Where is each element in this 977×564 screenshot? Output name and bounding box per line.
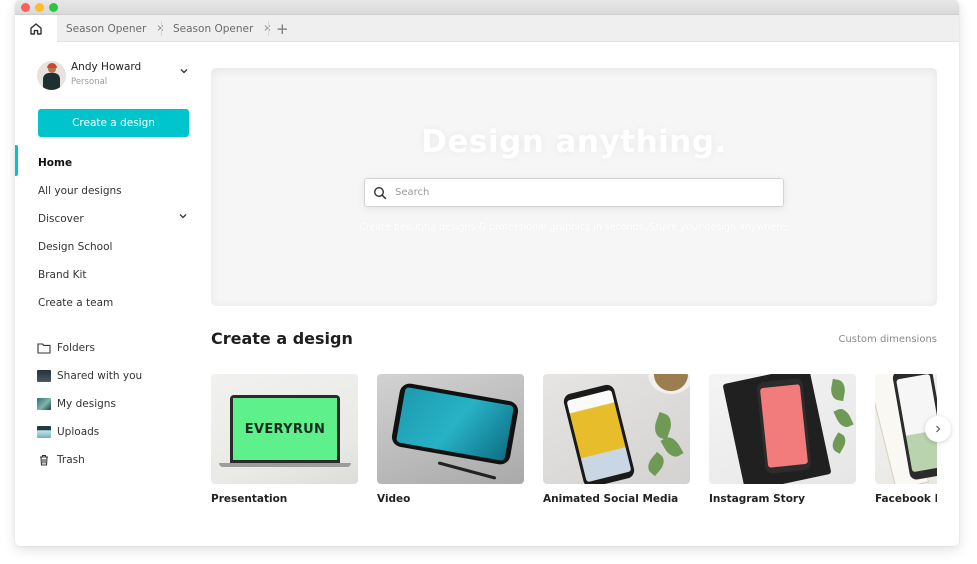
sidebar-item-my-designs[interactable]: My designs <box>37 396 116 412</box>
design-card-label: Animated Social Media <box>543 493 679 505</box>
create-design-button[interactable]: Create a design <box>38 109 189 137</box>
tab-season-opener-2[interactable]: Season Opener × <box>173 15 272 42</box>
chevron-right-icon <box>936 425 941 433</box>
design-card-label: Video <box>377 493 411 505</box>
chevron-down-icon[interactable] <box>178 211 188 221</box>
home-icon <box>30 22 42 35</box>
search-input[interactable] <box>395 187 775 198</box>
trash-icon <box>40 454 48 466</box>
design-card-presentation[interactable]: EVERYRUN Presentation <box>211 374 358 505</box>
sidebar-item-all-your-designs[interactable]: All your designs <box>38 185 122 197</box>
thumbnail-text: EVERYRUN <box>244 421 326 437</box>
sidebar-item-folders[interactable]: Folders <box>37 340 95 356</box>
tab-label: Season Opener <box>66 22 147 35</box>
sidebar-item-discover[interactable]: Discover <box>38 213 84 225</box>
sidebar-item-design-school[interactable]: Design School <box>38 241 112 253</box>
sidebar-item-brand-kit[interactable]: Brand Kit <box>38 269 87 281</box>
instagram-story-thumbnail <box>709 374 856 484</box>
my-designs-thumbnail-icon <box>37 398 51 410</box>
main-content: Design anything. Create beautiful design… <box>211 42 959 546</box>
folder-icon <box>37 343 51 354</box>
account-switcher[interactable]: Andy Howard Personal <box>37 60 188 94</box>
hero-title: Design anything. <box>421 124 727 160</box>
sidebar-item-uploads[interactable]: Uploads <box>37 424 99 440</box>
hero-subtitle: Create beautiful designs & professional … <box>359 222 789 233</box>
sidebar-item-home[interactable]: Home <box>38 157 72 169</box>
new-tab-button[interactable]: + <box>276 15 289 42</box>
video-thumbnail <box>377 374 524 484</box>
tab-divider <box>161 21 162 36</box>
design-card-label: Presentation <box>211 493 288 505</box>
uploads-thumbnail-icon <box>37 426 51 438</box>
tab-label: Season Opener <box>173 22 254 35</box>
zoom-window-button[interactable] <box>49 3 58 12</box>
carousel-next-button[interactable] <box>925 416 951 442</box>
sidebar-item-label: Shared with you <box>57 370 143 382</box>
sidebar-item-shared-with-you[interactable]: Shared with you <box>37 368 142 384</box>
active-nav-indicator <box>15 145 18 176</box>
sidebar-item-label: Uploads <box>57 426 100 438</box>
hero-banner: Design anything. Create beautiful design… <box>211 68 937 306</box>
presentation-thumbnail: EVERYRUN <box>211 374 358 484</box>
tab-season-opener-1[interactable]: Season Opener × <box>66 15 165 42</box>
design-card-instagram-story[interactable]: Instagram Story <box>709 374 856 505</box>
sidebar-item-label: Folders <box>57 342 95 354</box>
design-card-label: Instagram Story <box>709 493 805 505</box>
search-bar[interactable] <box>364 178 784 207</box>
account-type: Personal <box>71 77 108 87</box>
app-window: Season Opener × Season Opener × + Andy H… <box>15 0 959 546</box>
sidebar: Andy Howard Personal Create a design Hom… <box>15 42 205 546</box>
sidebar-item-trash[interactable]: Trash <box>37 452 85 468</box>
sidebar-item-label: My designs <box>57 398 116 410</box>
design-card-label: Facebook Post <box>875 493 937 505</box>
tab-bar: Season Opener × Season Opener × + <box>15 15 959 42</box>
shared-thumbnail-icon <box>37 370 51 382</box>
sidebar-item-label: Trash <box>57 454 85 466</box>
tab-divider <box>268 21 269 36</box>
design-card-facebook-post[interactable]: Facebook Post <box>875 374 937 505</box>
sidebar-item-create-a-team[interactable]: Create a team <box>38 297 113 309</box>
create-design-heading: Create a design <box>211 329 353 348</box>
account-name: Andy Howard <box>71 61 142 73</box>
custom-dimensions-link[interactable]: Custom dimensions <box>838 334 937 345</box>
design-card-video[interactable]: Video <box>377 374 524 505</box>
search-icon <box>373 186 387 199</box>
chevron-down-icon <box>180 69 188 74</box>
avatar <box>37 61 66 90</box>
design-type-carousel: EVERYRUN Presentation Video Animated Soc… <box>211 374 937 514</box>
title-bar <box>15 0 959 15</box>
home-tab[interactable] <box>15 15 57 42</box>
minimize-window-button[interactable] <box>35 3 44 12</box>
animated-social-media-thumbnail <box>543 374 690 484</box>
design-card-animated-social-media[interactable]: Animated Social Media <box>543 374 690 505</box>
close-window-button[interactable] <box>21 3 30 12</box>
